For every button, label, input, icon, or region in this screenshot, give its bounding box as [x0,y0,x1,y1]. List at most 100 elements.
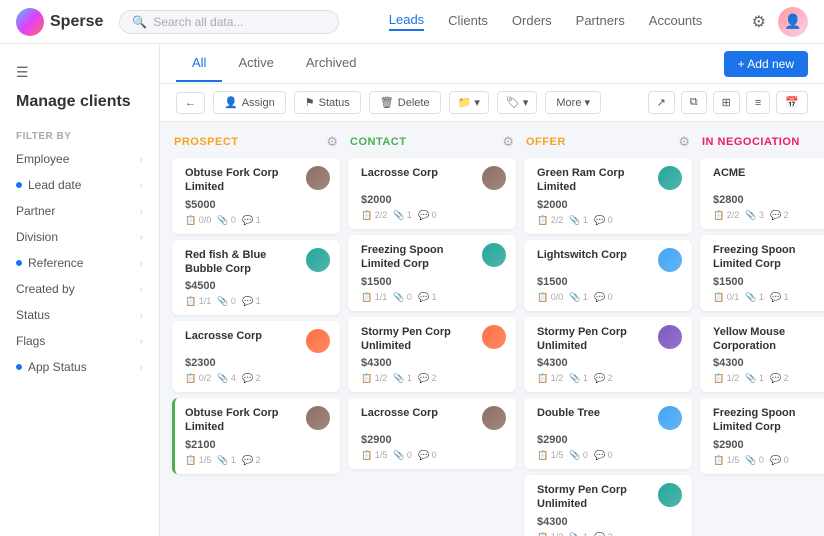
tab-all[interactable]: All [176,45,222,82]
card-meta-count: 💬 0 [770,455,789,466]
sidebar-item-division[interactable]: Division › [0,224,159,250]
copy-button[interactable]: ⧉ [681,91,707,114]
card-name: Lightswitch Corp [537,248,654,262]
card-meta-ratio: 📋 1/1 [185,296,211,307]
nav-partners[interactable]: Partners [576,13,625,30]
tag-button[interactable]: 🏷 ▾ [497,91,538,114]
kanban-card[interactable]: Freezing Spoon Limited Corp$1500 📋 1/1 📎… [348,235,516,311]
nav-clients[interactable]: Clients [448,13,488,30]
kanban-card[interactable]: Lightswitch Corp$1500 📋 0/0 📎 1 💬 0 [524,240,692,311]
user-avatar[interactable]: 👤 [778,7,808,37]
chevron-icon: › [140,232,143,243]
card-price: $2300 [185,357,330,369]
kanban-card[interactable]: Stormy Pen Corp Unlimited$4300 📋 1/2 📎 1… [524,317,692,393]
sidebar-item-reference[interactable]: Reference › [0,250,159,276]
col-title-contact: CONTACT [350,136,406,148]
kanban-card[interactable]: Lacrosse Corp$2300 📋 0/2 📎 4 💬 2 [172,321,340,392]
search-box[interactable]: 🔍 Search all data... [119,10,339,34]
card-meta-icons: 📎 1 [569,292,588,303]
sidebar-item-label: Created by [16,282,75,296]
sidebar-item-appstatus[interactable]: App Status › [0,354,159,380]
sidebar-title: Manage clients [0,89,159,123]
sidebar-item-createdby[interactable]: Created by › [0,276,159,302]
col-header-offer: OFFER ⚙ [524,134,692,150]
card-name: Freezing Spoon Limited Corp [713,243,824,272]
tabs: All Active Archived [176,45,372,82]
sidebar-item-flags[interactable]: Flags › [0,328,159,354]
card-avatar [658,166,682,190]
chevron-icon: › [140,362,143,373]
kanban-card[interactable]: Obtuse Fork Corp Limited$2100 📋 1/5 📎 1 … [172,398,340,474]
kanban-card[interactable]: Stormy Pen Corp Unlimited$4300 📋 1/2 📎 1… [348,317,516,393]
card-meta-count: 💬 1 [770,292,789,303]
kanban-card[interactable]: Obtuse Fork Corp Limited$5000 📋 0/0 📎 0 … [172,158,340,234]
kanban-card[interactable]: Stormy Pen Corp Unlimited$4300 📋 1/2 📎 1… [524,475,692,536]
card-meta-ratio: 📋 1/5 [185,455,211,466]
sidebar-item-status[interactable]: Status › [0,302,159,328]
logo[interactable]: Sperse [16,8,103,36]
card-avatar [306,329,330,353]
card-meta-icons: 📎 0 [217,296,236,307]
assign-button[interactable]: 👤 Assign [213,91,286,114]
card-meta-ratio: 📋 2/2 [361,210,387,221]
filter-button[interactable]: ≡ [746,91,770,114]
card-price: $4300 [537,357,682,369]
card-avatar [306,406,330,430]
kanban-card[interactable]: Freezing Spoon Limited Corp$2900 📋 1/5 📎… [700,398,824,474]
kanban-card[interactable]: Lacrosse Corp$2900 📋 1/5 📎 0 💬 0 [348,398,516,469]
card-price: $5000 [185,199,330,211]
chevron-icon: › [140,154,143,165]
kanban-card[interactable]: Double Tree$2900 📋 1/5 📎 0 💬 0 [524,398,692,469]
nav-accounts[interactable]: Accounts [649,13,702,30]
nav-leads[interactable]: Leads [389,12,424,31]
card-name: Stormy Pen Corp Unlimited [537,483,654,512]
card-meta-icons: 📎 1 [569,532,588,536]
delete-button[interactable]: 🗑 Delete [369,91,441,114]
sidebar-item-leaddate[interactable]: Lead date › [0,172,159,198]
col-title-offer: OFFER [526,136,566,148]
card-price: $2100 [185,439,330,451]
sidebar-item-partner[interactable]: Partner › [0,198,159,224]
add-new-button[interactable]: + Add new [724,51,808,77]
sidebar-item-label: Flags [16,334,45,348]
card-price: $4300 [537,516,682,528]
card-meta-ratio: 📋 0/0 [537,292,563,303]
more-button[interactable]: More ▾ [545,91,601,114]
nav-right: ⚙ 👤 [752,7,808,37]
kanban-card[interactable]: Lacrosse Corp$2000 📋 2/2 📎 1 💬 0 [348,158,516,229]
tab-archived[interactable]: Archived [290,45,373,82]
assign-icon: 👤 [224,96,238,109]
tab-active[interactable]: Active [222,45,289,82]
kanban-card[interactable]: Green Ram Corp Limited$2000 📋 2/2 📎 1 💬 … [524,158,692,234]
toolbar-right: ↗ ⧉ ⊞ ≡ 📅 [648,91,808,114]
export-button[interactable]: ↗ [648,91,675,114]
sidebar-menu-icon[interactable]: ☰ [0,56,159,89]
kanban-card[interactable]: Yellow Mouse Corporation$4300 📋 1/2 📎 1 … [700,317,824,393]
assign-label: Assign [242,97,275,109]
toolbar: ← 👤 Assign ⚑ Status 🗑 Delete 📁 ▾ 🏷 ▾ Mor… [160,84,824,122]
card-price: $2000 [361,194,506,206]
settings-icon[interactable]: ⚙ [752,12,766,32]
sidebar-item-employee[interactable]: Employee › [0,146,159,172]
status-button[interactable]: ⚑ Status [294,91,361,114]
col-header-prospect: PROSPECT⚙ [172,134,340,150]
col-settings-contact[interactable]: ⚙ [502,134,514,150]
col-header-contact: CONTACT ⚙ [348,134,516,150]
col-settings-prospect[interactable]: ⚙ [326,134,338,150]
card-price: $2900 [537,434,682,446]
card-avatar [306,166,330,190]
sidebar: ☰ Manage clients FILTER BY Employee › Le… [0,44,160,536]
kanban-card[interactable]: Red fish & Blue Bubble Corp$4500 📋 1/1 📎… [172,240,340,316]
folder-button[interactable]: 📁 ▾ [449,91,489,114]
sidebar-item-label: Employee [16,152,69,166]
card-avatar [482,243,506,267]
card-meta-icons: 📎 1 [393,210,412,221]
back-button[interactable]: ← [176,92,205,114]
grid-view-button[interactable]: ⊞ [713,91,740,114]
col-settings-offer[interactable]: ⚙ [678,134,690,150]
card-meta-icons: 📎 1 [745,292,764,303]
nav-orders[interactable]: Orders [512,13,552,30]
kanban-card[interactable]: Freezing Spoon Limited Corp$1500 📋 0/1 📎… [700,235,824,311]
kanban-card[interactable]: ACME$2800 📋 2/2 📎 3 💬 2 [700,158,824,229]
calendar-button[interactable]: 📅 [776,91,808,114]
